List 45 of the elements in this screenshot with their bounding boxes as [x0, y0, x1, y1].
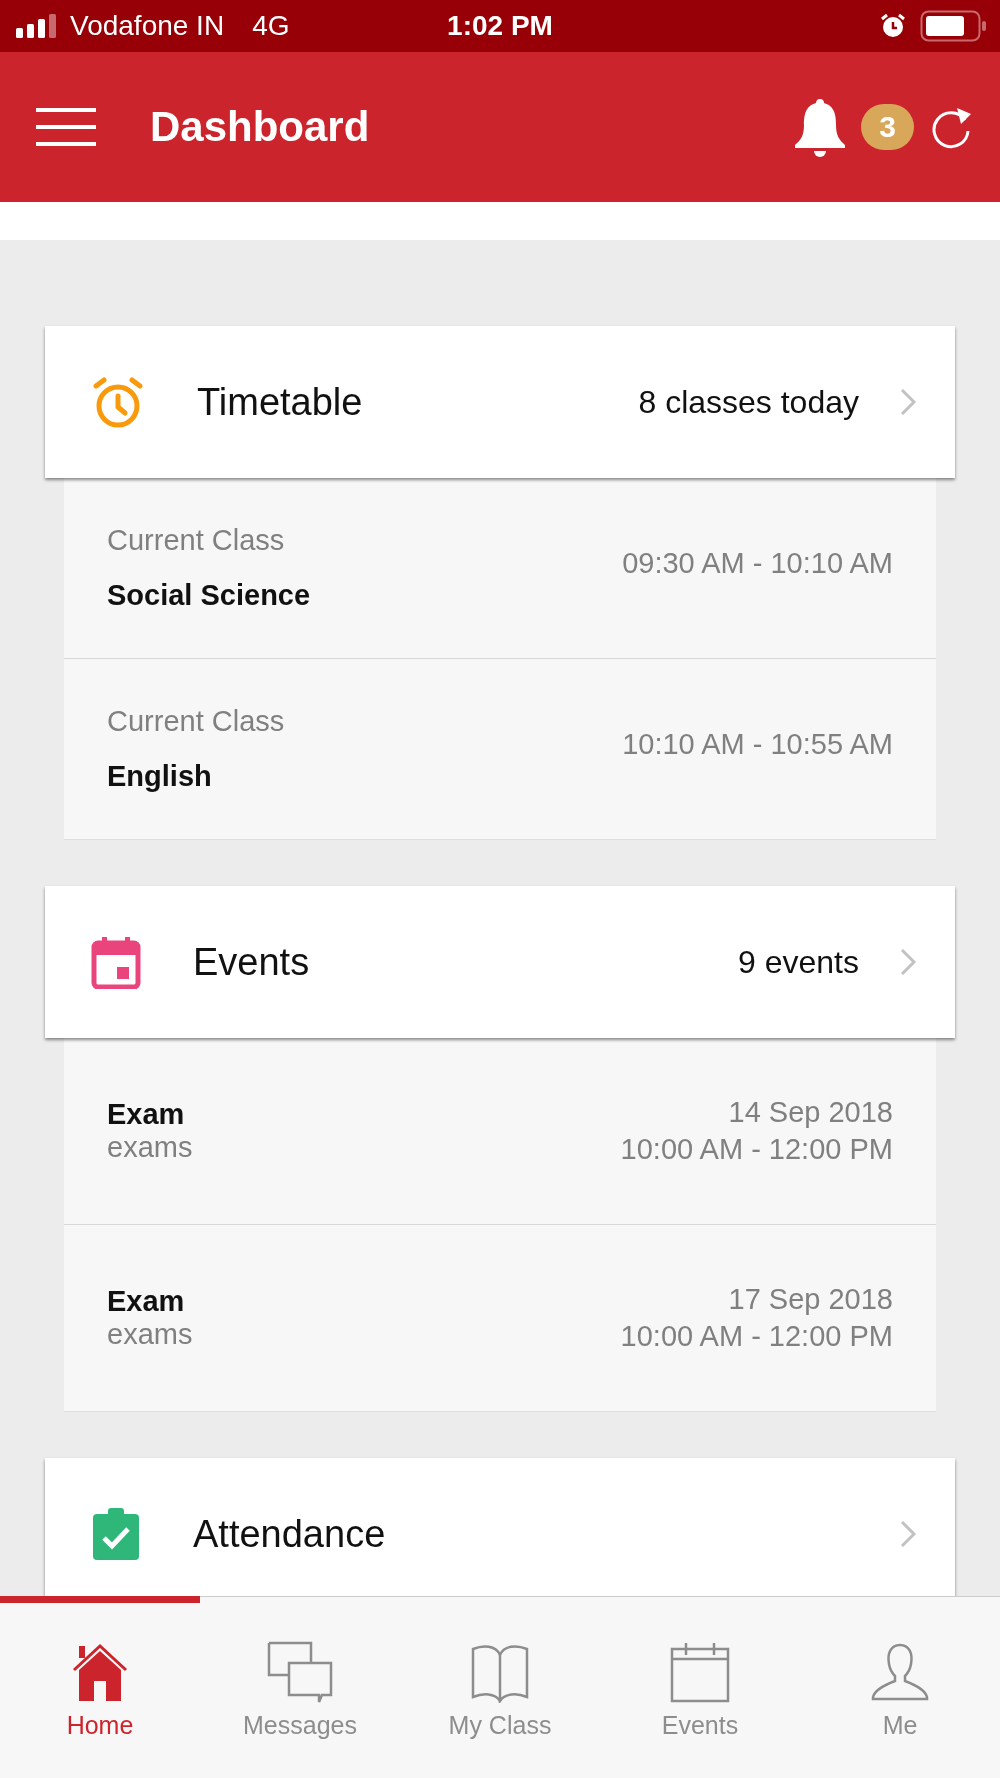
section-header-card[interactable]: Timetable 8 classes today	[45, 326, 955, 478]
section-header-card[interactable]: Events 9 events	[45, 886, 955, 1038]
tab-bar-item[interactable]: My Class	[400, 1596, 600, 1778]
class-time: 09:30 AM - 10:10 AM	[622, 546, 893, 580]
event-title: Exam	[107, 1285, 186, 1318]
calendar-icon	[669, 1641, 731, 1703]
person-icon	[869, 1641, 931, 1703]
tab-bar-item[interactable]: Events	[600, 1596, 800, 1778]
event-type: exams	[107, 1131, 193, 1164]
section-title: Events	[193, 940, 311, 984]
bell-icon[interactable]	[793, 97, 848, 157]
chevron-right-icon	[899, 947, 917, 977]
network-type: 4G	[252, 10, 290, 42]
section-summary: 9 events	[738, 943, 859, 981]
alarm-clock-icon	[880, 13, 906, 39]
event-date: 17 Sep 2018	[728, 1283, 893, 1316]
event-time: 10:00 AM - 12:00 PM	[620, 1320, 893, 1353]
tab-bar-item[interactable]: Home	[0, 1596, 200, 1778]
subject-name: Social Science	[107, 579, 311, 612]
chat-bubbles-icon	[267, 1641, 333, 1703]
tab-bar-item[interactable]: Me	[800, 1596, 1000, 1778]
battery-icon	[920, 10, 986, 42]
section-title: Timetable	[197, 380, 364, 424]
event-title: Exam	[107, 1098, 186, 1131]
carrier-name: Vodafone IN	[70, 10, 225, 42]
section-title: Attendance	[193, 1512, 387, 1556]
row-label: Current Class	[107, 524, 286, 557]
section-summary: 8 classes today	[638, 383, 859, 421]
section-header-card[interactable]: Attendance	[45, 1458, 955, 1596]
row-label: Current Class	[107, 705, 285, 738]
clock-time: 1:02 PM	[447, 10, 553, 41]
calendar-icon	[91, 935, 141, 989]
subject-name: English	[107, 760, 213, 793]
chevron-right-icon	[899, 1519, 917, 1549]
event-type: exams	[107, 1318, 193, 1351]
page-title: Dashboard	[150, 103, 371, 151]
alarm-clock-icon	[91, 375, 145, 429]
event-time: 10:00 AM - 12:00 PM	[620, 1133, 893, 1166]
tab-bar-item[interactable]: Messages	[200, 1596, 400, 1778]
event-date: 14 Sep 2018	[728, 1096, 893, 1129]
menu-button[interactable]	[34, 107, 98, 147]
clipboard-check-icon	[91, 1506, 141, 1562]
class-time: 10:10 AM - 10:55 AM	[622, 727, 893, 761]
chevron-right-icon	[899, 387, 917, 417]
notification-badge: 3	[861, 104, 914, 150]
